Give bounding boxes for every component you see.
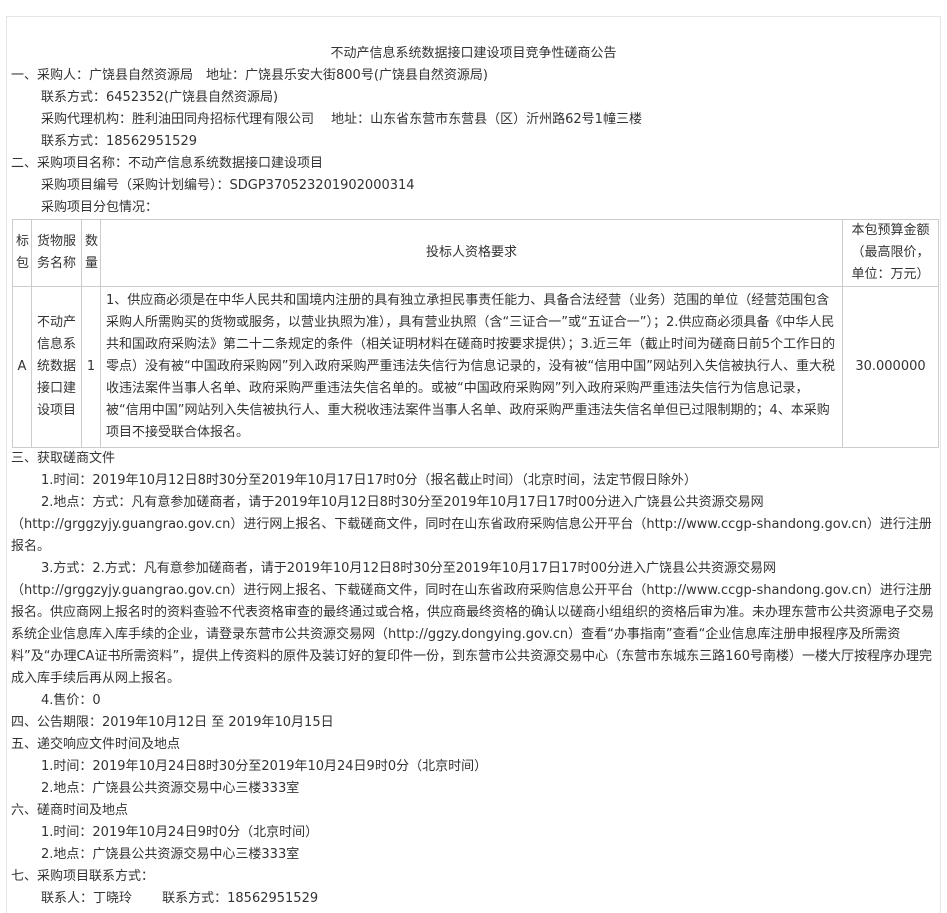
table-row: A 不动产信息系统数据接口建设项目 1 1、供应商必须是在中华人民共和国境内注册… xyxy=(12,286,939,448)
project-name: 二、采购项目名称：不动产信息系统数据接口建设项目 xyxy=(11,156,324,171)
agency-contact: 联系方式：18562951529 xyxy=(41,134,197,149)
obtain-heading: 三、获取磋商文件 xyxy=(11,451,116,466)
obtain-time: 1.时间：2019年10月12日8时30分至2019年10月17日17时0分（报… xyxy=(41,473,697,488)
announcement-page: 不动产信息系统数据接口建设项目竞争性磋商公告 一、采购人：广饶县自然资源局 地址… xyxy=(6,16,941,913)
purchaser-contact: 联系方式：6452352(广饶县自然资源局) xyxy=(41,90,279,105)
cell-requirements: 1、供应商必须是在中华人民共和国境内注册的具有独立承担民事责任能力、具备合法经营… xyxy=(100,286,843,448)
obtain-price: 4.售价：0 xyxy=(41,693,101,708)
cell-qty: 1 xyxy=(81,286,101,448)
header-requirements: 投标人资格要求 xyxy=(100,219,843,287)
header-lot: 标包 xyxy=(12,219,32,287)
purchaser-line: 一、采购人：广饶县自然资源局 地址：广饶县乐安大街800号(广饶县自然资源局) xyxy=(11,68,488,83)
page-title: 不动产信息系统数据接口建设项目竞争性磋商公告 xyxy=(330,46,617,61)
obtain-place: 2.地点：方式：凡有意参加磋商者，请于2019年10月12日8时30分至2019… xyxy=(11,495,932,554)
contact-heading: 七、采购项目联系方式： xyxy=(11,869,155,884)
header-goods: 货物服务名称 xyxy=(31,219,82,287)
contact-person: 联系人：丁晓玲 联系方式：18562951529 xyxy=(41,891,319,906)
obtain-method: 3.方式：2.方式：凡有意参加磋商者，请于2019年10月12日8时30分至20… xyxy=(11,561,935,686)
header-budget: 本包预算金额（最高限价，单位：万元） xyxy=(842,219,939,287)
header-qty: 数量 xyxy=(81,219,101,287)
lots-label: 采购项目分包情况： xyxy=(41,200,159,215)
negotiation-time: 1.时间：2019年10月24日9时0分（北京时间） xyxy=(41,825,319,840)
agency-line: 采购代理机构：胜利油田同舟招标代理有限公司 地址：山东省东营市东营县（区）沂州路… xyxy=(41,112,642,127)
cell-goods: 不动产信息系统数据接口建设项目 xyxy=(31,286,82,448)
submit-heading: 五、递交响应文件时间及地点 xyxy=(11,737,181,752)
project-code: 采购项目编号（采购计划编号）：SDGP370523201902000314 xyxy=(41,178,415,193)
cell-budget: 30.000000 xyxy=(842,286,939,448)
submit-place: 2.地点：广饶县公共资源交易中心三楼333室 xyxy=(41,781,300,796)
notice-period: 四、公告期限：2019年10月12日 至 2019年10月15日 xyxy=(11,715,334,730)
negotiation-heading: 六、磋商时间及地点 xyxy=(11,803,129,818)
table-header-row: 标包 货物服务名称 数量 投标人资格要求 本包预算金额（最高限价，单位：万元） xyxy=(12,219,939,287)
lots-table: 标包 货物服务名称 数量 投标人资格要求 本包预算金额（最高限价，单位：万元） … xyxy=(12,219,939,448)
cell-lot: A xyxy=(12,286,32,448)
negotiation-place: 2.地点：广饶县公共资源交易中心三楼333室 xyxy=(41,847,300,862)
submit-time: 1.时间：2019年10月24日8时30分至2019年10月24日9时0分（北京… xyxy=(41,759,488,774)
